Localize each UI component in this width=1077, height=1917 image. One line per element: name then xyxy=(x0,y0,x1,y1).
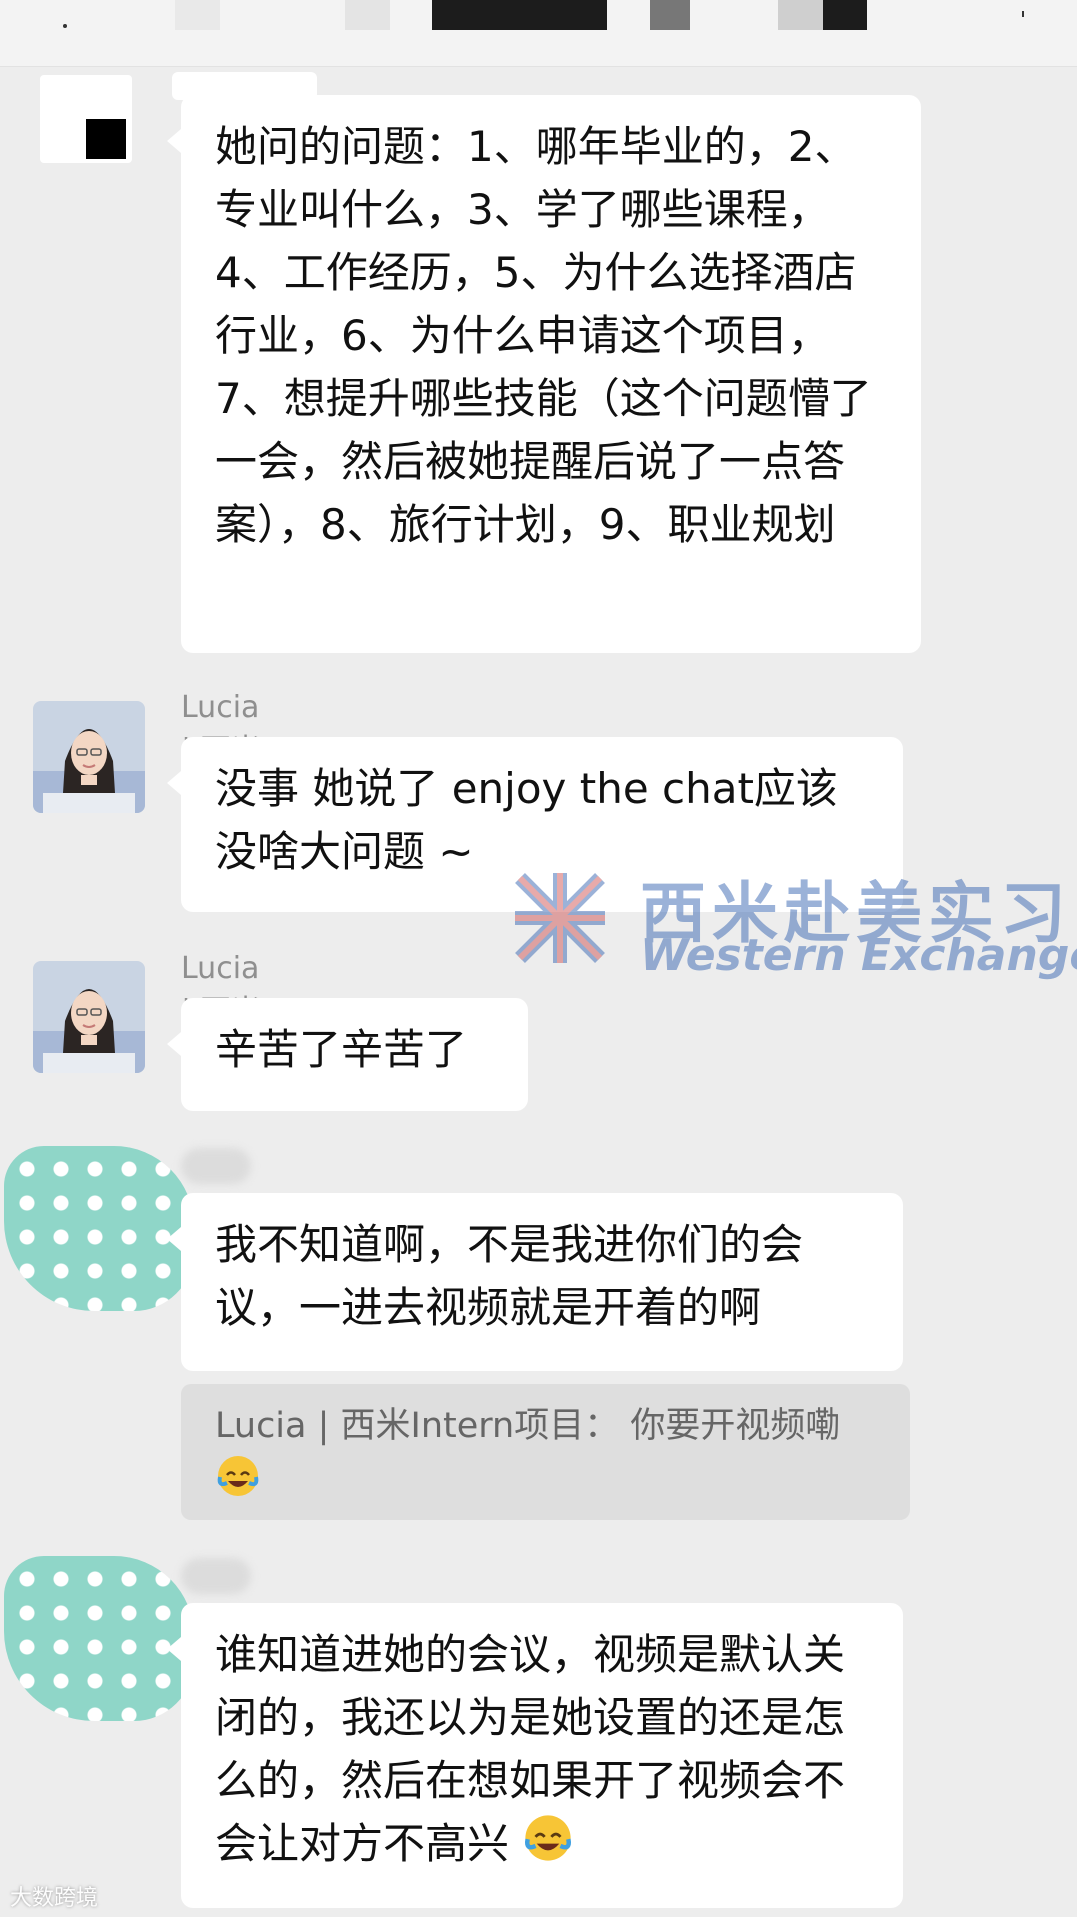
redacted-block xyxy=(650,0,690,30)
redacted-block xyxy=(432,0,607,30)
sender-name-redacted xyxy=(181,1148,251,1184)
redacted-block xyxy=(345,0,390,30)
message-bubble[interactable]: 她问的问题：1、哪年毕业的，2、专业叫什么，3、学了哪些课程，4、工作经历，5、… xyxy=(167,95,921,653)
dotted-avatar[interactable] xyxy=(4,1146,194,1311)
redacted-block xyxy=(823,0,867,30)
message-bubble[interactable]: 我不知道啊，不是我进你们的会议，一进去视频就是开着的啊 xyxy=(167,1193,903,1371)
top-bar xyxy=(0,0,1077,67)
avatar-lucia[interactable] xyxy=(33,961,145,1073)
avatar-lucia[interactable] xyxy=(33,701,145,813)
redacted-block xyxy=(175,0,220,30)
back-icon[interactable] xyxy=(60,16,70,28)
avatar-lucia-icon xyxy=(33,961,145,1073)
dotted-avatar[interactable] xyxy=(4,1556,194,1721)
avatar[interactable] xyxy=(40,75,132,163)
avatar-lucia-icon xyxy=(33,701,145,813)
watermark-en: Western Exchange xyxy=(640,930,1077,981)
more-icon[interactable] xyxy=(1020,4,1028,17)
facepalm-emoji-icon xyxy=(215,1453,261,1515)
watermark: 西米赴美实习 Western Exchange xyxy=(510,868,1077,981)
quoted-reply[interactable]: Lucia | 西米Intern项目： 你要开视频嘞 xyxy=(181,1384,910,1520)
sender-name-redacted xyxy=(181,1558,251,1594)
redacted-block xyxy=(778,0,823,30)
message-bubble[interactable]: 谁知道进她的会议，视频是默认关闭的，我还以为是她设置的还是怎么的，然后在想如果开… xyxy=(167,1603,903,1908)
union-jack-logo xyxy=(515,873,605,963)
facepalm-emoji-icon xyxy=(522,1812,574,1881)
quoted-text: Lucia | 西米Intern项目： 你要开视频嘞 xyxy=(215,1406,841,1446)
footer-watermark: 大数跨境 xyxy=(10,1886,99,1911)
message-bubble[interactable]: 辛苦了辛苦了 xyxy=(167,998,528,1111)
